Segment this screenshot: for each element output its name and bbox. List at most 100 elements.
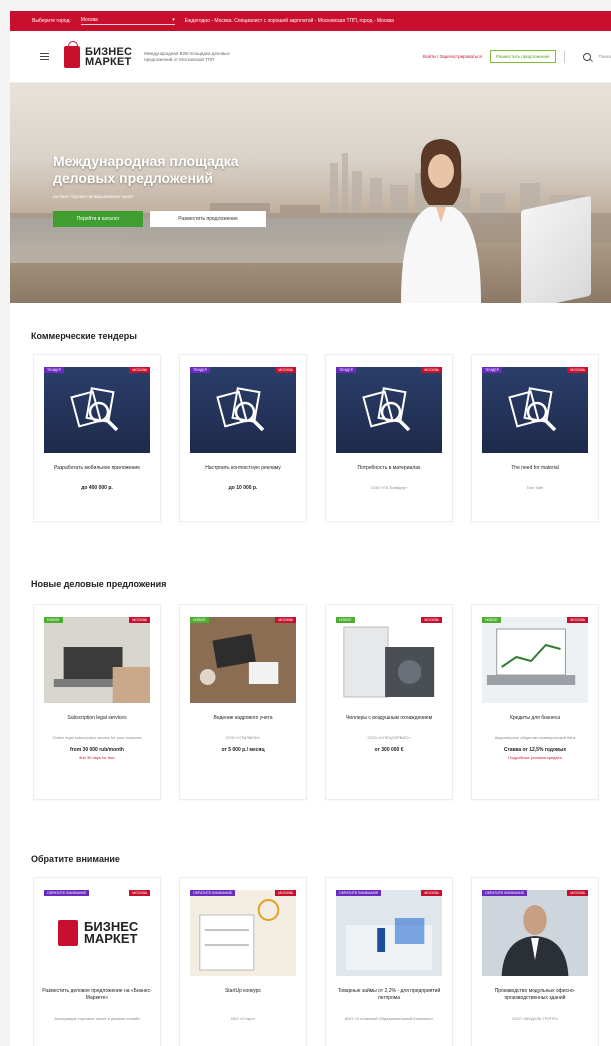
attention-card[interactable]: ОБРАТИТЕ ВНИМАНИЕ МОСКВА Производство мо…	[471, 877, 599, 1046]
new-tag: НОВОЕ	[190, 617, 209, 623]
attention-image: ОБРАТИТЕ ВНИМАНИЕ МОСКВА	[336, 890, 442, 976]
card-title[interactable]: Subscription legal services	[42, 715, 152, 729]
card-title[interactable]: Чиллеры с воздушным охлаждением	[334, 715, 444, 729]
card-price-note: first 30 days for free	[79, 755, 115, 760]
card-company: ООО «ГК-Трейдер»	[370, 485, 408, 490]
card-price: до 400 000 р.	[81, 485, 113, 491]
card-price: до 10 000 р.	[228, 485, 258, 491]
tender-card[interactable]: ТЕНДЕР МОСКВА Настроить контекстную рекл…	[179, 354, 307, 522]
attention-card[interactable]: ОБРАТИТЕ ВНИМАНИЕ МОСКВА БИЗНЕС МАРКЕТ Р…	[33, 877, 161, 1046]
city-tag: МОСКВА	[421, 890, 442, 896]
offer-card[interactable]: НОВОЕ МОСКВА Чиллеры с воздушным охлажде…	[325, 604, 453, 800]
city-tag: МОСКВА	[567, 890, 588, 896]
hero-subtitle: на базе торгово-промышленных палат	[53, 194, 134, 199]
divider	[563, 50, 565, 63]
tender-image: ТЕНДЕР МОСКВА	[190, 367, 296, 453]
shopping-bag-icon	[64, 40, 80, 68]
attention-image: ОБРАТИТЕ ВНИМАНИЕ МОСКВА	[190, 890, 296, 976]
tagline: Международная B2B-площадка деловых предл…	[144, 50, 230, 62]
offer-card[interactable]: НОВОЕ МОСКВА Ведение кадрового учета ООО…	[179, 604, 307, 800]
city-tag: МОСКВА	[567, 617, 588, 623]
post-offer-hero-button[interactable]: Разместить предложение	[150, 211, 266, 227]
offer-image: НОВОЕ МОСКВА	[482, 617, 588, 703]
card-price: от 5 000 р./ месяц	[221, 747, 265, 753]
go-to-catalog-button[interactable]: Перейти в каталог	[53, 211, 143, 227]
city-tag: МОСКВА	[567, 367, 588, 373]
attention-section-title: Обратите внимание	[31, 854, 120, 864]
login-link[interactable]: Войти / Зарегистрироваться	[423, 54, 482, 59]
card-title[interactable]: Кредиты для бизнеса	[480, 715, 590, 729]
post-offer-button[interactable]: Разместить предложение	[489, 50, 556, 63]
search-icon[interactable]	[582, 52, 591, 61]
city-label: Выберите город:	[32, 18, 71, 24]
menu-icon[interactable]	[40, 53, 49, 60]
page: Выберите город: Москва ▾ Еждегодно - Мос…	[10, 11, 611, 1046]
offer-image: НОВОЕ МОСКВА	[190, 617, 296, 703]
new-tag: НОВОЕ	[336, 617, 355, 623]
offer-card[interactable]: НОВОЕ МОСКВА Subscription legal services…	[33, 604, 161, 800]
city-tag: МОСКВА	[275, 617, 296, 623]
startup-sketch-photo	[190, 890, 296, 976]
hero-title: Международная площадка деловых предложен…	[53, 153, 239, 186]
card-company: ООО «МОДУЛЬ ГРУПП»	[512, 1016, 558, 1021]
city-tag: МОСКВА	[275, 367, 296, 373]
hero-banner: Международная площадка деловых предложен…	[10, 83, 611, 303]
card-price: from 30 000 rub/month	[70, 747, 124, 753]
card-title[interactable]: Товарные займы от 2,2% - для предприятий…	[334, 988, 444, 1010]
card-title[interactable]: Производство модульных офисно-производст…	[480, 988, 590, 1010]
card-description: Ассоциация торговых палат в режиме онлай…	[54, 1016, 140, 1021]
desk-photo	[190, 617, 296, 703]
attention-cards: ОБРАТИТЕ ВНИМАНИЕ МОСКВА БИЗНЕС МАРКЕТ Р…	[33, 877, 599, 1046]
new-tag: НОВОЕ	[44, 617, 63, 623]
tender-tag: ТЕНДЕР	[482, 367, 503, 373]
attention-card[interactable]: ОБРАТИТЕ ВНИМАНИЕ МОСКВА Товарные займы …	[325, 877, 453, 1046]
card-title[interactable]: StartUp конкурс	[188, 988, 298, 1010]
card-company: ООО «СПЕЦСЕРВИС»	[367, 735, 411, 740]
card-company: Tanr Sofir	[526, 485, 544, 490]
card-title[interactable]: Разработать мобильное приложение	[42, 465, 152, 479]
offers-section-title: Новые деловые предложения	[31, 579, 167, 589]
tender-tag: ТЕНДЕР	[190, 367, 211, 373]
card-title[interactable]: Разместить деловое предложение на «Бизне…	[42, 988, 152, 1010]
logo[interactable]: БИЗНЕС МАРКЕТ	[64, 40, 133, 68]
city-select[interactable]: Москва ▾	[80, 17, 175, 25]
card-title[interactable]: The need for material	[480, 465, 590, 479]
documents-magnifier-icon	[508, 387, 557, 432]
attention-image: ОБРАТИТЕ ВНИМАНИЕ МОСКВА	[482, 890, 588, 976]
tender-card[interactable]: ТЕНДЕР МОСКВА The need for material Tanr…	[471, 354, 599, 522]
card-company: Акционерное общество коммерческий банк	[494, 735, 576, 740]
city-tag: МОСКВА	[421, 617, 442, 623]
city-tag: МОСКВА	[421, 367, 442, 373]
card-company: ООО «СТИЛМОН»	[225, 735, 261, 740]
card-company: АНО «Столичный Образовательный Комплекс»	[344, 1016, 434, 1021]
city-tag: МОСКВА	[129, 890, 150, 896]
card-company: НКО «Старт»	[230, 1016, 256, 1021]
news-ticker[interactable]: Еждегодно - Москва. Специалист с хорошей…	[185, 18, 394, 24]
tender-image: ТЕНДЕР МОСКВА	[44, 367, 150, 453]
shopping-bag-icon	[58, 920, 78, 946]
attention-tag: ОБРАТИТЕ ВНИМАНИЕ	[44, 890, 90, 896]
offer-image: НОВОЕ МОСКВА	[44, 617, 150, 703]
card-title[interactable]: Потребность в материалах	[334, 465, 444, 479]
logo-line1: БИЗНЕС	[85, 45, 133, 58]
search-label[interactable]: Поиск	[599, 54, 611, 59]
logo: БИЗНЕС МАРКЕТ	[58, 920, 138, 946]
tender-image: ТЕНДЕР МОСКВА	[482, 367, 588, 453]
tender-tag: ТЕНДЕР	[44, 367, 65, 373]
attention-tag: ОБРАТИТЕ ВНИМАНИЕ	[336, 890, 382, 896]
card-title[interactable]: Настроить контекстную рекламу	[188, 465, 298, 479]
attention-card[interactable]: ОБРАТИТЕ ВНИМАНИЕ МОСКВА StartUp конкурс…	[179, 877, 307, 1046]
tender-card[interactable]: ТЕНДЕР МОСКВА Разработать мобильное прил…	[33, 354, 161, 522]
factory-photo	[336, 890, 442, 976]
card-title[interactable]: Ведение кадрового учета	[188, 715, 298, 729]
attention-image: ОБРАТИТЕ ВНИМАНИЕ МОСКВА БИЗНЕС МАРКЕТ	[44, 890, 150, 976]
logo-line2: МАРКЕТ	[84, 931, 138, 946]
attention-tag: ОБРАТИТЕ ВНИМАНИЕ	[482, 890, 528, 896]
card-description: Online legal subscription service for yo…	[52, 735, 142, 740]
new-tag: НОВОЕ	[482, 617, 501, 623]
chiller-photo	[336, 617, 442, 703]
city-tag: МОСКВА	[129, 617, 150, 623]
offer-card[interactable]: НОВОЕ МОСКВА Кредиты для бизнеса Акционе…	[471, 604, 599, 800]
tender-card[interactable]: ТЕНДЕР МОСКВА Потребность в материалах О…	[325, 354, 453, 522]
offers-cards: НОВОЕ МОСКВА Subscription legal services…	[33, 604, 599, 800]
